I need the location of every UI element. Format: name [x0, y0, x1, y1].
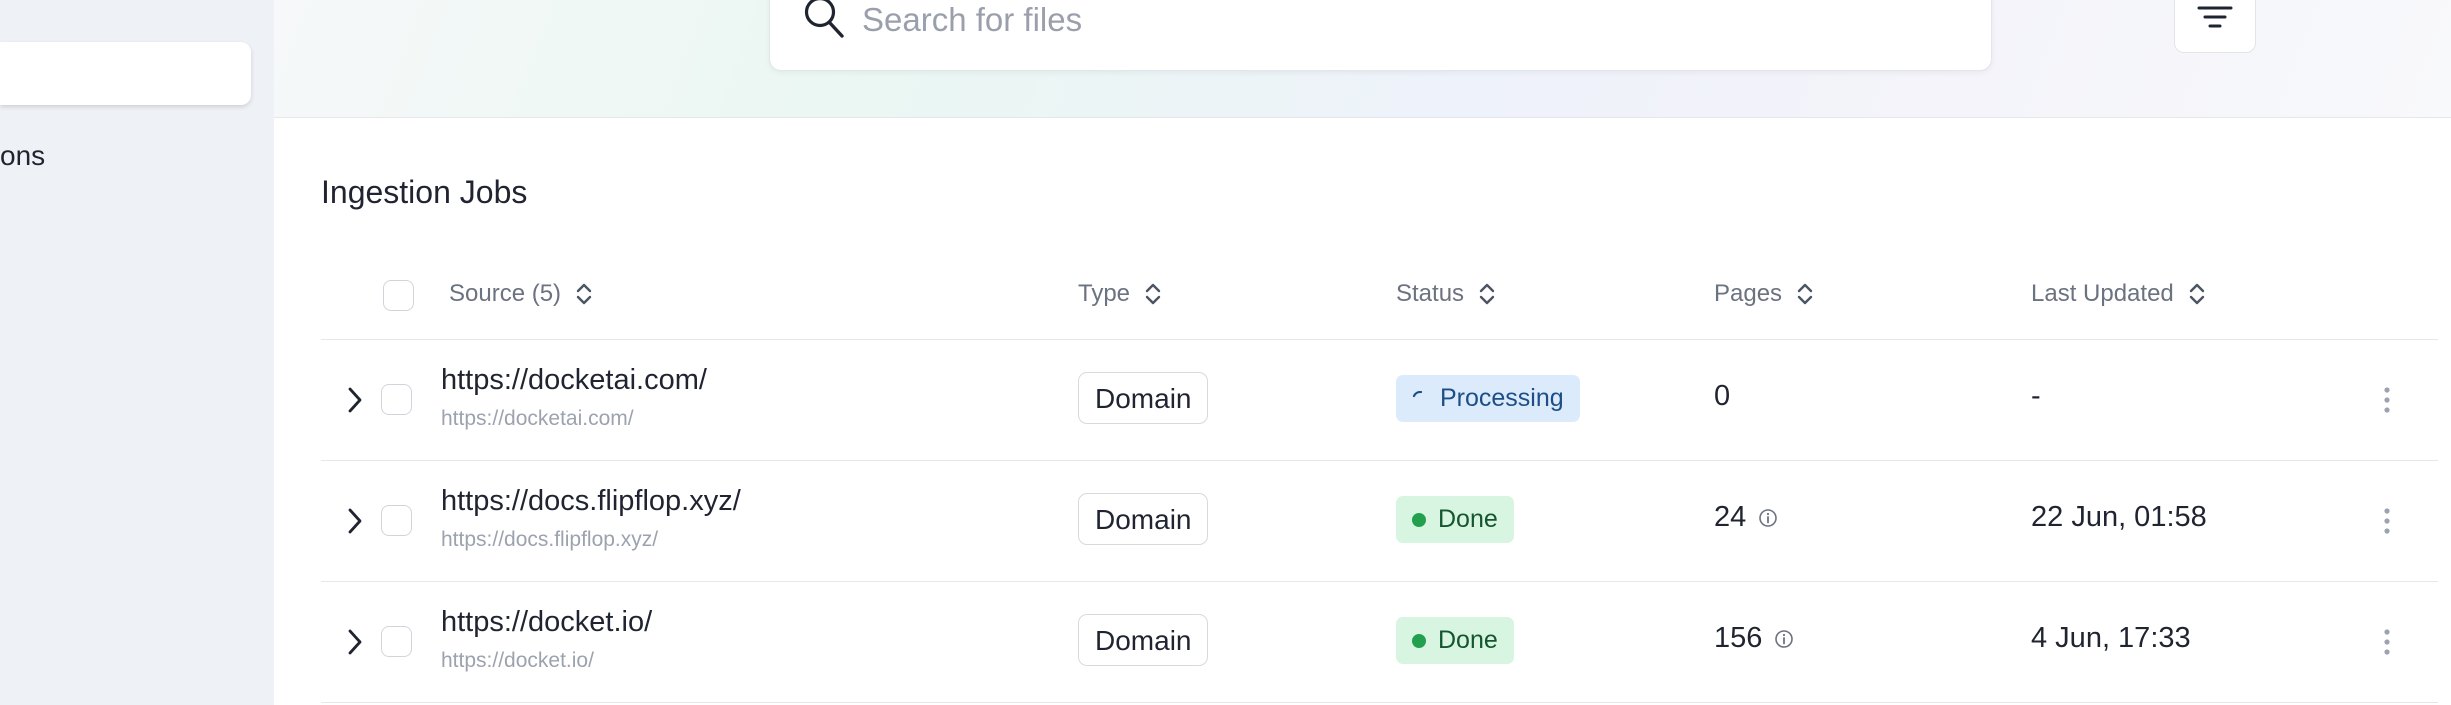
row-checkbox[interactable] [381, 505, 412, 536]
pages-count: 24 [1714, 501, 1778, 534]
status-badge: Done [1396, 496, 1514, 543]
table-header: Source (5) Type Status Pages Last Update… [321, 262, 2438, 340]
sort-icon [2189, 283, 2204, 305]
column-header-status[interactable]: Status [1396, 280, 1496, 308]
status-label: Done [1438, 505, 1498, 533]
column-label: Last Updated [2031, 280, 2174, 307]
search-icon [804, 0, 844, 38]
chevron-right-icon[interactable] [345, 505, 365, 537]
sidebar: ons [0, 0, 274, 705]
column-header-pages[interactable]: Pages [1714, 280, 1814, 308]
source-title[interactable]: https://docketai.com/ [441, 364, 707, 397]
chevron-right-icon[interactable] [345, 384, 365, 416]
search-input[interactable] [860, 0, 1764, 51]
sort-icon [576, 283, 592, 305]
search-bar [769, 0, 2256, 71]
status-label: Done [1438, 626, 1498, 654]
source-title[interactable]: https://docs.flipflop.xyz/ [441, 485, 741, 518]
last-updated: 4 Jun, 17:33 [2031, 622, 2191, 654]
filter-icon [2197, 6, 2233, 28]
source-url: https://docket.io/ [441, 649, 594, 672]
main-content: Ingestion Jobs Source (5) Type Status [274, 0, 2451, 705]
more-options-icon[interactable] [2382, 626, 2392, 658]
column-label: Type [1078, 280, 1131, 307]
type-badge: Domain [1078, 493, 1209, 545]
chevron-right-icon[interactable] [345, 626, 365, 658]
info-icon[interactable] [1774, 629, 1794, 649]
status-dot-icon [1412, 633, 1426, 648]
source-url: https://docketai.com/ [441, 407, 634, 430]
row-checkbox[interactable] [381, 626, 412, 657]
status-dot-icon [1412, 512, 1426, 527]
page-title: Ingestion Jobs [321, 174, 528, 210]
column-label: Pages [1714, 280, 1783, 307]
sort-icon [1479, 283, 1495, 305]
column-header-type[interactable]: Type [1078, 280, 1162, 308]
sidebar-item-label[interactable]: ons [0, 140, 45, 172]
spinner-icon [1412, 390, 1423, 397]
sort-icon [1145, 283, 1161, 305]
pages-value: 0 [1714, 380, 1731, 412]
table-row[interactable]: https://docs.flipflop.xyz/ https://docs.… [321, 461, 2438, 582]
table-row[interactable]: https://docket.io/ https://docket.io/ Do… [321, 582, 2438, 703]
status-badge: Done [1396, 617, 1514, 664]
pages-count: 0 [1714, 380, 1730, 413]
column-label: Status [1396, 280, 1465, 307]
more-options-icon[interactable] [2382, 505, 2392, 537]
more-options-icon[interactable] [2382, 384, 2392, 416]
pages-value: 156 [1714, 622, 1763, 654]
table-row[interactable]: https://docketai.com/ https://docketai.c… [321, 340, 2438, 461]
sort-icon [1797, 283, 1813, 305]
type-badge: Domain [1078, 372, 1209, 424]
source-title[interactable]: https://docket.io/ [441, 606, 652, 639]
pages-count: 156 [1714, 622, 1794, 655]
source-url: https://docs.flipflop.xyz/ [441, 528, 659, 551]
header [274, 0, 2451, 118]
ingestion-jobs-table: Source (5) Type Status Pages Last Update… [321, 262, 2438, 703]
select-all-checkbox[interactable] [383, 280, 414, 311]
column-label: Source (5) [449, 280, 562, 307]
last-updated: 22 Jun, 01:58 [2031, 501, 2207, 533]
status-badge: Processing [1396, 375, 1580, 422]
info-icon[interactable] [1758, 508, 1778, 528]
pages-value: 24 [1714, 501, 1747, 533]
status-label: Processing [1440, 384, 1564, 412]
column-header-last-updated[interactable]: Last Updated [2031, 280, 2206, 308]
sidebar-item-active[interactable] [0, 42, 251, 105]
type-badge: Domain [1078, 614, 1209, 666]
last-updated: - [2031, 380, 2041, 412]
row-checkbox[interactable] [381, 384, 412, 415]
column-header-source[interactable]: Source (5) [449, 280, 593, 308]
filter-button[interactable] [2174, 0, 2256, 53]
